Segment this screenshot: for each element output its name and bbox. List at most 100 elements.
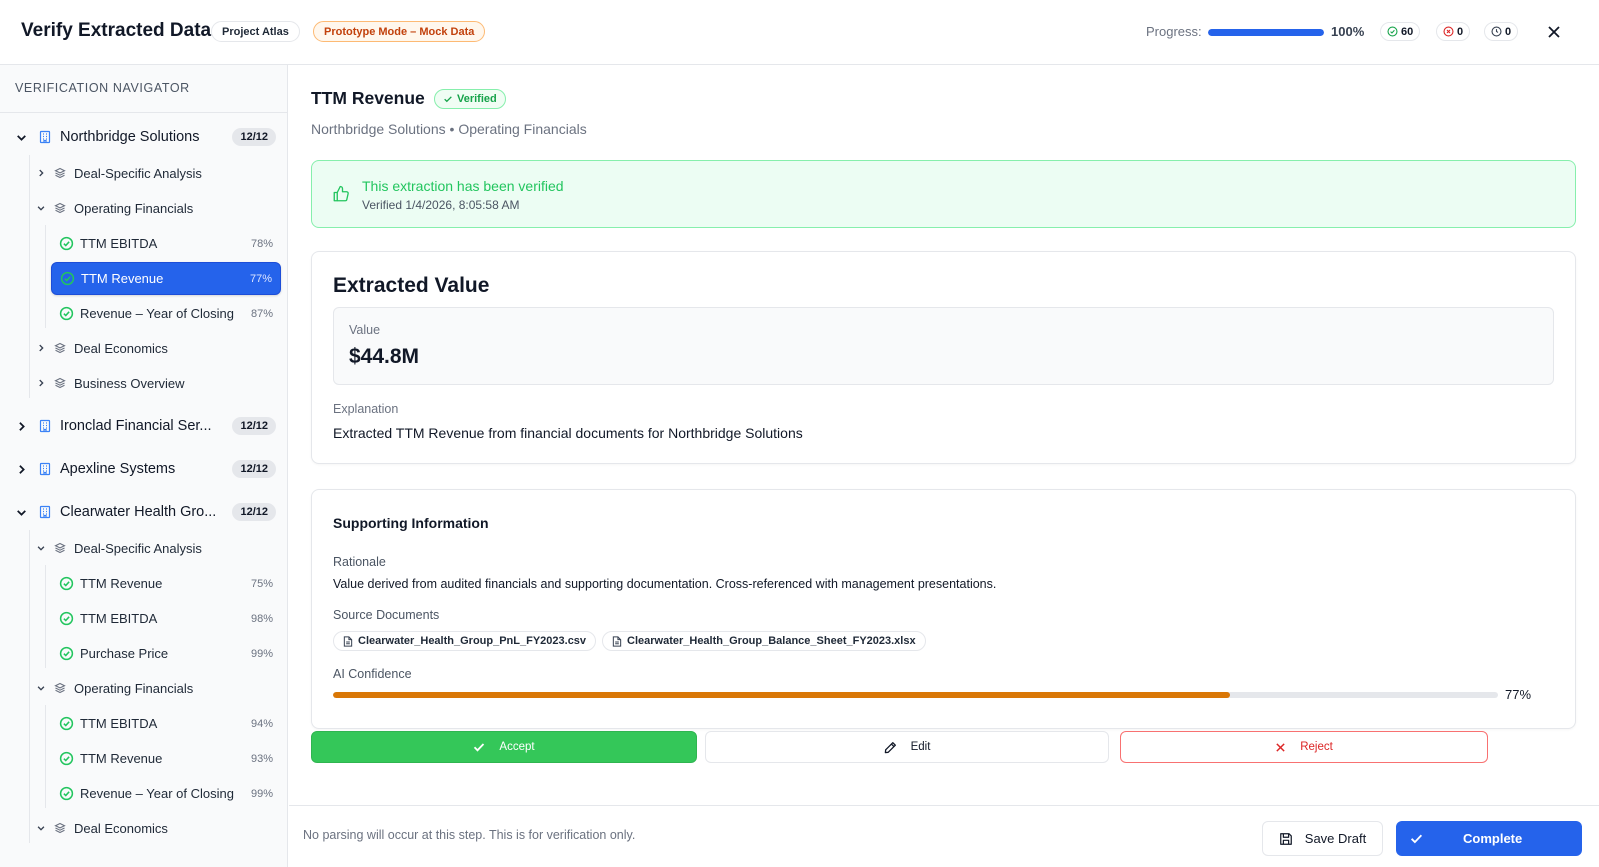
chevron-right-icon: [39, 344, 44, 352]
verified-status-badge: Verified: [434, 89, 506, 109]
banner-title: This extraction has been verified: [362, 178, 564, 194]
page-title: Verify Extracted Data: [21, 20, 212, 41]
explanation-text: Extracted TTM Revenue from financial doc…: [333, 425, 803, 441]
expand-toggle[interactable]: [14, 131, 28, 144]
field-name: TTM Revenue: [80, 576, 163, 591]
tree-guide-line: [45, 565, 46, 668]
complete-label: Complete: [1463, 831, 1523, 846]
expand-toggle[interactable]: [14, 506, 28, 519]
field-item[interactable]: TTM EBITDA 98%: [51, 602, 281, 635]
edit-label: Edit: [910, 741, 931, 753]
expand-toggle[interactable]: [36, 203, 46, 213]
category-item[interactable]: Operating Financials: [36, 674, 276, 702]
supporting-title: Supporting Information: [333, 515, 489, 531]
category-name: Business Overview: [74, 375, 185, 391]
category-name: Operating Financials: [74, 200, 194, 216]
accept-button[interactable]: Accept: [311, 731, 697, 763]
chevron-down-icon: [16, 509, 26, 516]
complete-button[interactable]: Complete: [1396, 821, 1582, 856]
thumbs-up-icon: [333, 185, 349, 202]
field-item[interactable]: TTM EBITDA 94%: [51, 707, 281, 740]
expand-toggle[interactable]: [36, 683, 46, 693]
check-circle-icon: [59, 236, 74, 251]
pencil-icon: [884, 741, 896, 753]
expand-toggle[interactable]: [36, 378, 46, 388]
category-item[interactable]: Deal-Specific Analysis: [36, 159, 276, 187]
category-icon: [54, 377, 66, 389]
field-item[interactable]: Revenue – Year of Closing 87%: [51, 297, 281, 330]
expand-toggle[interactable]: [14, 420, 28, 433]
ai-confidence-fill: [333, 692, 1231, 698]
status-icon: [59, 611, 74, 626]
ai-confidence-percent: 77%: [1505, 687, 1532, 702]
company-item[interactable]: Ironclad Financial Ser... 12/12: [14, 411, 276, 441]
reject-button[interactable]: Reject: [1120, 731, 1488, 763]
status-icon: [59, 576, 74, 591]
field-confidence: 98%: [250, 612, 273, 625]
category-icon: [54, 542, 66, 554]
category-icon: [54, 202, 66, 214]
field-name: TTM EBITDA: [80, 236, 158, 251]
field-item[interactable]: TTM Revenue 93%: [51, 742, 281, 775]
company-item[interactable]: Clearwater Health Gro... 12/12: [14, 497, 276, 527]
company-item[interactable]: Northbridge Solutions 12/12: [14, 122, 276, 152]
source-document-chip[interactable]: Clearwater_Health_Group_Balance_Sheet_FY…: [602, 631, 926, 651]
save-draft-button[interactable]: Save Draft: [1262, 821, 1383, 856]
company-progress-badge: 12/12: [232, 460, 276, 478]
expand-toggle[interactable]: [36, 343, 46, 353]
category-item[interactable]: Deal Economics: [36, 814, 276, 842]
expand-toggle[interactable]: [36, 823, 46, 833]
expand-toggle[interactable]: [36, 168, 46, 178]
category-name: Deal-Specific Analysis: [74, 540, 202, 556]
progress-percent: 100%: [1331, 24, 1365, 39]
edit-button[interactable]: Edit: [705, 731, 1109, 763]
status-icon: [59, 751, 74, 766]
check-circle-icon: [59, 646, 74, 661]
field-item[interactable]: Revenue – Year of Closing 99%: [51, 777, 281, 810]
expand-toggle[interactable]: [36, 543, 46, 553]
field-name: Revenue – Year of Closing: [80, 306, 234, 321]
verified-count-badge: 60: [1380, 22, 1421, 41]
rationale-label: Rationale: [333, 555, 386, 569]
field-confidence: 75%: [250, 577, 273, 590]
chevron-right-icon: [39, 379, 44, 387]
close-button[interactable]: [1544, 22, 1564, 42]
progress-label: Progress:: [1146, 24, 1202, 39]
company-icon: [38, 419, 52, 433]
field-item[interactable]: TTM Revenue 77%: [51, 262, 281, 295]
category-item[interactable]: Operating Financials: [36, 194, 276, 222]
breadcrumb: Northbridge Solutions • Operating Financ…: [311, 121, 587, 137]
category-item[interactable]: Deal Economics: [36, 334, 276, 362]
rejected-count: 0: [1457, 25, 1464, 38]
source-document-chip[interactable]: Clearwater_Health_Group_PnL_FY2023.csv: [333, 631, 597, 651]
field-name: TTM Revenue: [80, 751, 163, 766]
chevron-down-icon: [37, 686, 45, 691]
rejected-count-badge: 0: [1436, 22, 1471, 41]
check-circle-icon: [59, 306, 74, 321]
check-circle-icon: [59, 611, 74, 626]
field-confidence: 93%: [250, 752, 273, 765]
category-icon: [54, 682, 66, 694]
layers-icon: [54, 822, 66, 834]
field-confidence: 99%: [250, 787, 273, 800]
project-pill: Project Atlas: [211, 21, 300, 42]
chevron-right-icon: [18, 464, 25, 474]
company-item[interactable]: Apexline Systems 12/12: [14, 454, 276, 484]
category-item[interactable]: Business Overview: [36, 369, 276, 397]
company-name: Ironclad Financial Ser...: [60, 418, 212, 434]
close-icon: [1548, 26, 1560, 38]
company-name: Northbridge Solutions: [60, 129, 200, 145]
field-item[interactable]: Purchase Price 99%: [51, 637, 281, 670]
chevron-down-icon: [37, 206, 45, 211]
reject-label: Reject: [1300, 741, 1333, 753]
field-item[interactable]: TTM EBITDA 78%: [51, 227, 281, 260]
expand-toggle[interactable]: [14, 463, 28, 476]
field-confidence: 77%: [249, 272, 272, 285]
field-item[interactable]: TTM Revenue 75%: [51, 567, 281, 600]
explanation-label: Explanation: [333, 402, 399, 416]
company-name: Clearwater Health Gro...: [60, 504, 217, 520]
category-icon: [54, 342, 66, 354]
category-item[interactable]: Deal-Specific Analysis: [36, 534, 276, 562]
save-draft-label: Save Draft: [1304, 831, 1367, 846]
extracted-value-title: Extracted Value: [333, 274, 490, 297]
